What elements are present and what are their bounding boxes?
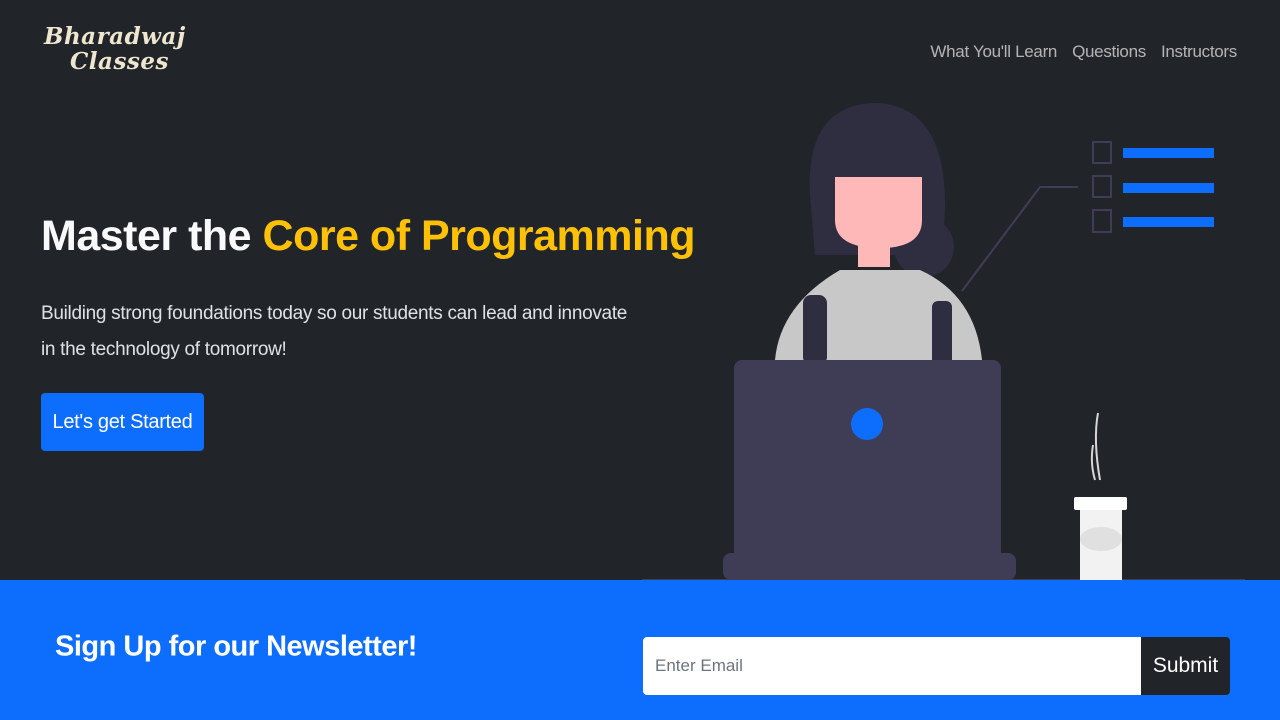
newsletter-section: Sign Up for our Newsletter! Submit: [0, 580, 1280, 720]
brand-logo-line2: Classes: [70, 48, 169, 75]
hero-subtitle: Building strong foundations today so our…: [41, 303, 628, 360]
person-at-laptop-illustration: [640, 95, 1250, 590]
brand-logo-line1: Bharadwaj: [44, 23, 186, 50]
submit-button[interactable]: Submit: [1141, 637, 1230, 695]
email-input[interactable]: [643, 637, 1141, 695]
top-nav: What You'll Learn Questions Instructors: [930, 42, 1237, 62]
nav-link-questions[interactable]: Questions: [1072, 42, 1146, 62]
nav-link-instructors[interactable]: Instructors: [1161, 42, 1237, 62]
nav-link-what-youll-learn[interactable]: What You'll Learn: [930, 42, 1057, 62]
hero-title: Master the Core of Programming: [41, 212, 696, 261]
newsletter-title: Sign Up for our Newsletter!: [55, 630, 417, 663]
hero-title-accent: Core of Programming: [262, 212, 696, 260]
hero-title-prefix: Master the: [41, 212, 263, 260]
get-started-button[interactable]: Let's get Started: [41, 393, 204, 451]
brand-logo[interactable]: Bharadwaj Classes: [44, 24, 186, 74]
